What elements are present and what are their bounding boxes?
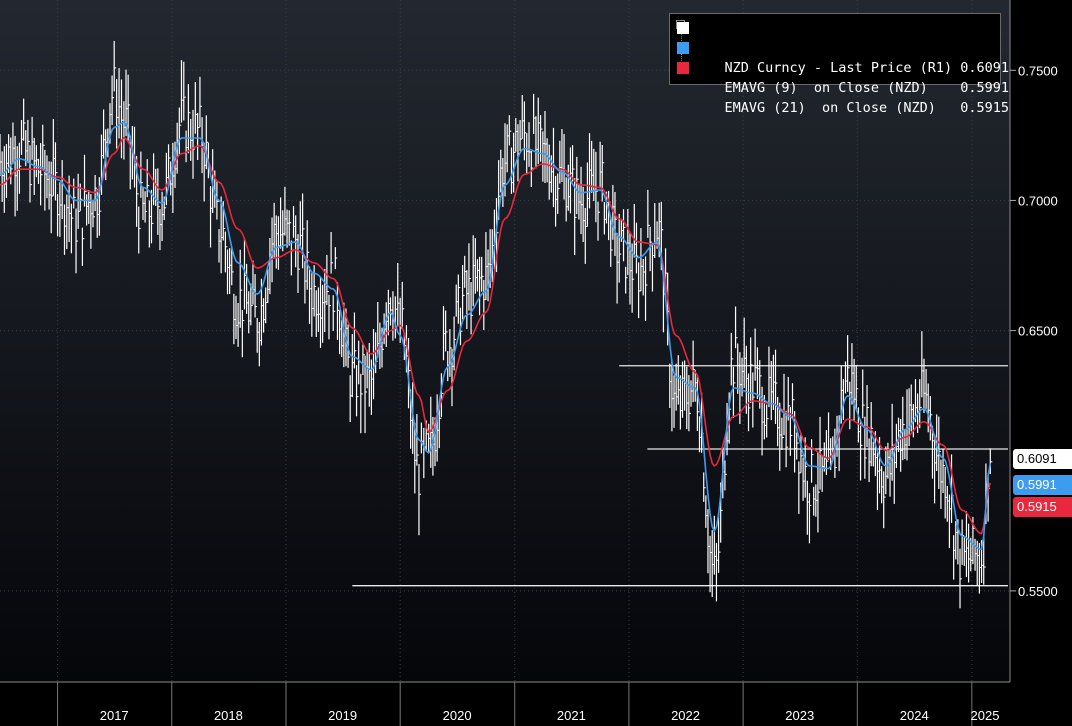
x-tick-label: 2022 (671, 708, 700, 723)
x-tick-label: 2024 (900, 708, 929, 723)
legend-label-ema9: EMAVG (9) on Close (NZD) 0.5991 (724, 80, 1009, 96)
x-tick-label: 2023 (785, 708, 814, 723)
legend[interactable]: − NZD Curncy - Last Price (R1) 0.6091 EM… (669, 13, 1009, 116)
x-tick-label: 2021 (557, 708, 586, 723)
legend-row-price: NZD Curncy - Last Price (R1) 0.6091 (677, 18, 1009, 76)
axis-background (1010, 0, 1072, 726)
legend-row-ema9: EMAVG (9) on Close (NZD) 0.5991 (677, 38, 1009, 96)
x-tick-label: 2018 (214, 708, 243, 723)
legend-swatch-ema21 (677, 62, 689, 74)
x-tick-label: 2025 (971, 708, 1000, 723)
y-tick-label: 0.7500 (1018, 63, 1058, 78)
ema9-value-tag: 0.5991 (1013, 475, 1072, 495)
legend-label-ema21: EMAVG (21) on Close (NZD) 0.5915 (724, 100, 1009, 116)
last-price-tag: 0.6091 (1013, 449, 1072, 469)
legend-swatch-ema9 (677, 42, 689, 54)
x-tick-label: 2020 (443, 708, 472, 723)
x-tick-label: 2019 (328, 708, 357, 723)
x-tick-label: 2017 (100, 708, 129, 723)
y-tick-label: 0.7000 (1018, 193, 1058, 208)
y-tick-label: 0.6500 (1018, 324, 1058, 339)
ema21-value-tag: 0.5915 (1013, 497, 1072, 517)
y-tick-label: 0.5500 (1018, 584, 1058, 599)
legend-swatch-price (677, 22, 689, 34)
legend-row-ema21: EMAVG (21) on Close (NZD) 0.5915 (677, 58, 1009, 116)
